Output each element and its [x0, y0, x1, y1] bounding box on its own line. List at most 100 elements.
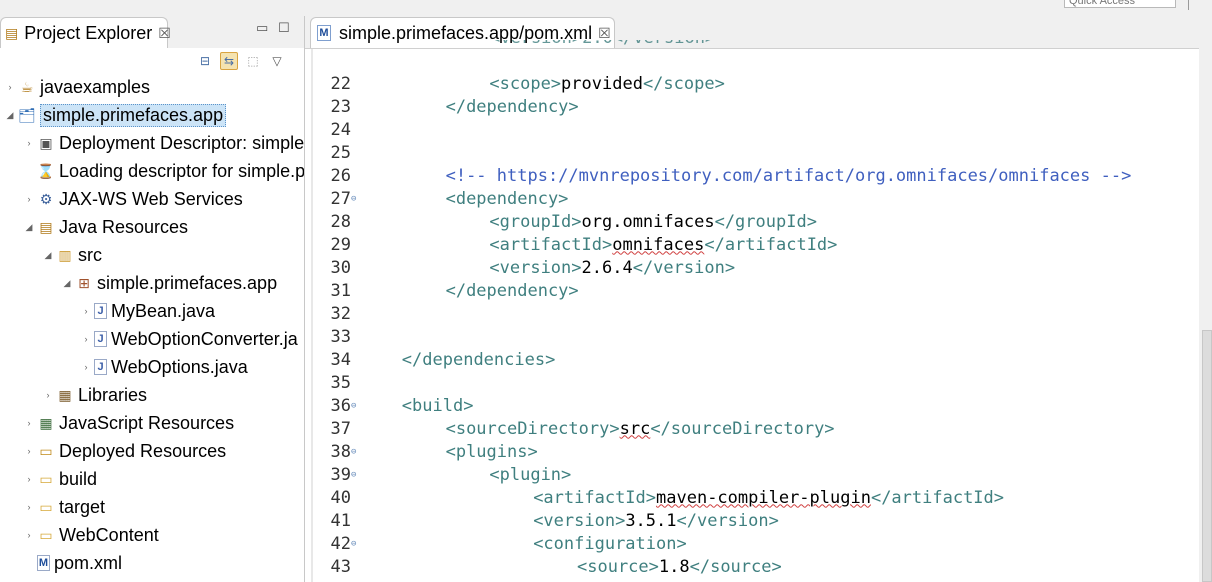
focus-icon[interactable]: ⬚: [244, 52, 262, 70]
xml-value: maven-compiler-plugin: [656, 487, 871, 508]
maximize-button[interactable]: ☐: [278, 20, 290, 36]
tree-item-label: simple.primefaces.app: [97, 272, 278, 293]
tree-item[interactable]: › ▦ JavaScript Resources: [28, 410, 235, 436]
deployment-descriptor-icon: ▣: [39, 134, 53, 151]
tree-item[interactable]: ◢ ▥ src: [45, 242, 102, 268]
xml-tag: <version>: [533, 510, 626, 531]
line-number: 25: [330, 142, 351, 163]
link-with-editor-icon[interactable]: ⇆: [220, 52, 238, 70]
line-number: 34: [330, 349, 351, 370]
code-text: <configuration>: [533, 534, 687, 554]
loading-icon: ⌛: [37, 162, 55, 179]
code-line: 44<target>1.8</target>: [305, 578, 1195, 582]
code-line: 34 </dependencies>: [305, 348, 1195, 371]
xml-tag: </dependency>: [445, 96, 579, 117]
xml-tag: <plugin>: [489, 464, 572, 485]
code-text: <version>2.6.4</version>: [489, 258, 735, 278]
collapse-icon[interactable]: ◢: [23, 222, 35, 233]
tree-item[interactable]: ◢ ▤ Java Resources: [26, 214, 189, 240]
close-icon[interactable]: ☒: [158, 25, 171, 42]
tree-item[interactable]: › ☕ javaexamples: [9, 74, 151, 100]
code-line: 26 <!-- https://mvnrepository.com/artifac…: [305, 164, 1195, 187]
expand-icon[interactable]: ›: [80, 334, 92, 344]
line-number: 35: [330, 372, 351, 393]
expand-icon[interactable]: ›: [23, 530, 35, 540]
line-number: 30: [330, 257, 351, 278]
expand-icon[interactable]: ›: [80, 362, 92, 372]
code-text: <dependency>: [446, 189, 569, 209]
fold-toggle-icon[interactable]: ⊖: [351, 470, 356, 480]
line-number: 27: [330, 188, 351, 209]
line-number: 23: [330, 96, 351, 117]
editor-pane: M simple.primefaces.app/pom.xml ☒ <versi…: [305, 16, 1212, 582]
xml-tag: <configuration>: [533, 533, 687, 554]
folder-icon: ▭: [39, 470, 53, 487]
close-icon[interactable]: ☒: [598, 25, 611, 42]
expand-icon[interactable]: ›: [4, 82, 16, 92]
tree-item[interactable]: › ▭ WebContent: [28, 522, 159, 548]
xml-tag: </dependencies>: [401, 349, 556, 370]
tree-item[interactable]: ◢ ⊞ simple.primefaces.app: [64, 270, 278, 296]
code-text: <groupId>org.omnifaces</groupId>: [489, 212, 817, 232]
project-explorer-pane: ▤ Project Explorer ☒ ▭ ☐ ⊟ ⇆ ⬚ ▽ › ☕ javae…: [0, 16, 305, 582]
expand-icon[interactable]: ›: [23, 194, 35, 204]
tree-item[interactable]: › ▭ build: [28, 466, 98, 492]
tree-item[interactable]: Mpom.xml: [37, 550, 122, 576]
xml-tag: </artifactId>: [704, 234, 838, 255]
expand-icon[interactable]: ›: [23, 502, 35, 512]
collapse-icon[interactable]: ◢: [61, 278, 73, 289]
maven-file-icon: M: [317, 25, 331, 41]
tree-item-label: Java Resources: [59, 216, 189, 237]
tree-item[interactable]: ◢ 🗂 simple.primefaces.app: [7, 102, 227, 128]
libraries-icon: ▦: [58, 386, 72, 403]
tree-item[interactable]: › J MyBean.java: [85, 298, 216, 324]
code-line: 40 <artifactId>maven-compiler-plugin</art…: [305, 486, 1195, 509]
tree-item-label: Deployment Descriptor: simple: [59, 132, 305, 153]
expand-icon[interactable]: ›: [23, 418, 35, 428]
code-line: 37 <sourceDirectory>src</sourceDirectory>: [305, 417, 1195, 440]
xml-file-icon: M: [37, 555, 50, 571]
tree-item[interactable]: › ▭ target: [28, 494, 106, 520]
expand-icon[interactable]: ›: [42, 390, 54, 400]
tree-item[interactable]: › J WebOptionConverter.ja: [85, 326, 298, 352]
expand-icon[interactable]: ›: [23, 138, 35, 148]
source-folder-icon: ▥: [58, 246, 72, 263]
view-menu-icon[interactable]: ▽: [268, 52, 286, 70]
tree-item-label: target: [59, 496, 106, 517]
tree-item[interactable]: › ⚙ JAX-WS Web Services: [28, 186, 243, 212]
fold-toggle-icon[interactable]: ⊖: [351, 447, 356, 457]
tree-item[interactable]: › J WebOptions.java: [85, 354, 248, 380]
fold-toggle-icon[interactable]: ⊖: [351, 194, 356, 204]
tree-item[interactable]: › ▣ Deployment Descriptor: simple: [28, 130, 305, 156]
code-text: </dependency>: [446, 281, 579, 301]
collapse-all-icon[interactable]: ⊟: [196, 52, 214, 70]
collapse-icon[interactable]: ◢: [4, 110, 16, 121]
code-line: 27 ⊖ <dependency>: [305, 187, 1195, 210]
expand-icon[interactable]: ›: [80, 306, 92, 316]
package-icon: ⊞: [78, 274, 90, 291]
tree-item[interactable]: ⌛ Loading descriptor for simple.p: [37, 158, 305, 184]
minimize-button[interactable]: ▭: [256, 20, 268, 36]
quick-access-field[interactable]: Quick Access: [1064, 0, 1176, 8]
fold-toggle-icon[interactable]: ⊖: [351, 539, 356, 549]
collapse-icon[interactable]: ◢: [42, 250, 54, 261]
code-text: </dependencies>: [402, 350, 556, 370]
tree-item[interactable]: › ▭ Deployed Resources: [28, 438, 227, 464]
expand-icon[interactable]: ›: [23, 446, 35, 456]
line-number: 40: [330, 487, 351, 508]
xml-value: 1.8: [658, 556, 690, 577]
expand-icon[interactable]: ›: [23, 474, 35, 484]
tree-item[interactable]: › ▦ Libraries: [47, 382, 148, 408]
tab-project-explorer-label: Project Explorer: [24, 22, 153, 43]
xml-value: src: [619, 418, 651, 439]
tab-project-explorer[interactable]: ▤ Project Explorer ☒: [0, 17, 171, 48]
fold-toggle-icon[interactable]: ⊖: [351, 401, 356, 411]
project-explorer-toolbar: ⊟ ⇆ ⬚ ▽: [196, 50, 286, 72]
editor-scroll-thumb[interactable]: [1202, 330, 1212, 582]
toolbar-divider: [1188, 0, 1189, 10]
code-line: 39 ⊖ <plugin>: [305, 463, 1195, 486]
project-explorer-tabbar: ▤ Project Explorer ☒ ▭ ☐: [0, 16, 305, 48]
xml-tag: <groupId>: [489, 211, 582, 232]
line-number: 39: [330, 464, 351, 485]
xml-value: 2.6.4: [581, 257, 633, 278]
